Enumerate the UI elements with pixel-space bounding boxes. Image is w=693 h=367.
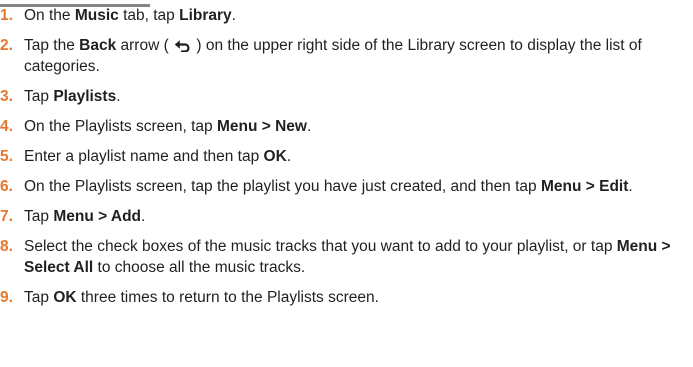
step-item: 9. Tap OK three times to return to the Pl… (0, 287, 693, 308)
step-number: 5. (0, 148, 13, 165)
step-text: three times to return to the Playlists s… (76, 289, 379, 306)
step-text: . (286, 148, 292, 165)
back-arrow-icon (174, 40, 190, 52)
step-item: 7. Tap Menu > Add. (0, 206, 693, 227)
step-text: . (116, 88, 121, 105)
step-number: 6. (0, 178, 13, 195)
step-text: . (628, 178, 633, 195)
step-item: 3. Tap Playlists. (0, 86, 693, 107)
step-item: 6. On the Playlists screen, tap the playl… (0, 176, 693, 197)
step-text: On the Playlists screen, tap (24, 118, 217, 135)
step-number: 2. (0, 37, 13, 54)
step-text: . (307, 118, 312, 135)
step-text: Select the check boxes of the music trac… (24, 238, 617, 255)
step-item: 1. On the Music tab, tap Library. (0, 5, 693, 26)
step-text: On the (24, 7, 75, 24)
step-item: 4. On the Playlists screen, tap Menu > Ne… (0, 116, 693, 137)
step-ui-term: Library (179, 7, 232, 24)
step-text: . (231, 7, 236, 24)
step-text: Tap (24, 88, 54, 105)
step-ui-term: Menu > New (216, 118, 307, 135)
step-item: 2. Tap the Back arrow ( ) on the upper ri… (0, 35, 693, 77)
step-number: 4. (0, 118, 13, 135)
step-ui-term: Music (74, 7, 119, 24)
step-text: to choose all the music tracks. (93, 259, 306, 276)
step-text: arrow ( (116, 37, 174, 54)
step-text: tab, tap (118, 7, 180, 24)
step-number: 7. (0, 208, 13, 225)
step-text: On the Playlists screen, tap the playlis… (24, 178, 541, 195)
step-text: Enter a playlist name and then tap (24, 148, 264, 165)
step-item: 8. Select the check boxes of the music tr… (0, 236, 693, 278)
instruction-steps-list: 1. On the Music tab, tap Library. 2. Tap th… (0, 5, 693, 317)
step-ui-term: OK (53, 289, 77, 306)
step-text: Tap (24, 289, 54, 306)
step-number: 9. (0, 289, 13, 306)
step-ui-term: Menu > Edit (540, 178, 629, 195)
step-number: 3. (0, 88, 13, 105)
step-ui-term: Menu > Add (53, 208, 141, 225)
step-text: . (141, 208, 146, 225)
step-text: Tap (24, 208, 54, 225)
step-ui-term: OK (263, 148, 287, 165)
step-ui-term: Playlists (53, 88, 117, 105)
step-ui-term: Back (79, 37, 117, 54)
step-text: Tap the (24, 37, 80, 54)
step-number: 1. (0, 7, 13, 24)
step-item: 5. Enter a playlist name and then tap OK. (0, 146, 693, 167)
step-number: 8. (0, 238, 13, 255)
